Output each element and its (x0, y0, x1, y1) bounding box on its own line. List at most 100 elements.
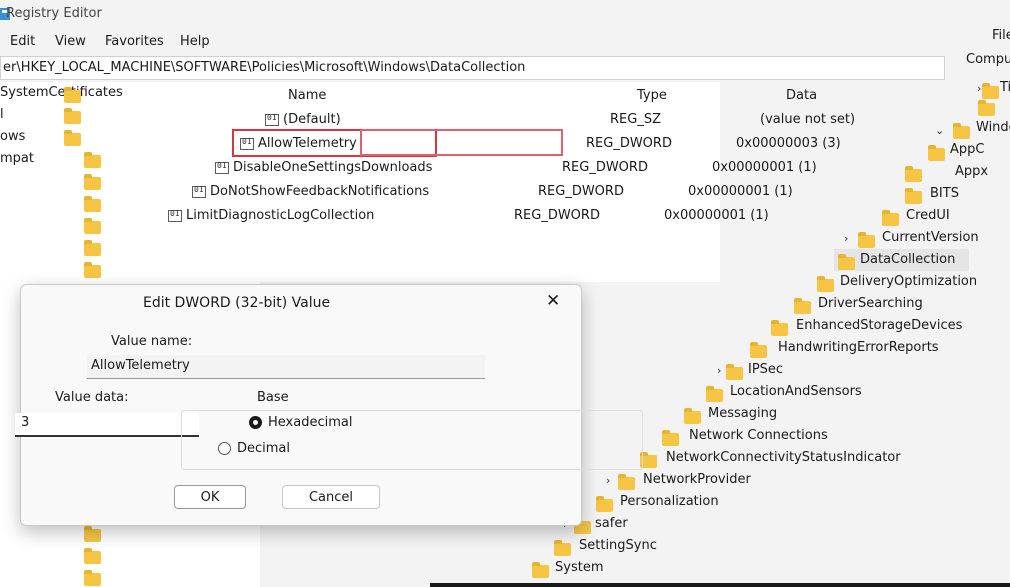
computer-node-partial: Compu (966, 52, 1010, 67)
bottom-edge (430, 583, 1010, 587)
folder-icon (64, 87, 81, 103)
hexadecimal-label[interactable]: Hexadecimal (268, 415, 352, 430)
tree-item[interactable]: NetworkConnectivityStatusIndicator (666, 450, 901, 465)
folder-icon (706, 386, 723, 402)
tree-item[interactable]: BITS (930, 186, 959, 201)
folder-icon (953, 123, 970, 139)
folder-icon (905, 166, 922, 182)
tree-item[interactable]: DeliveryOptimization (840, 274, 977, 289)
folder-icon (84, 570, 101, 586)
tree-item[interactable]: HandwritingErrorReports (778, 340, 939, 355)
menu-view[interactable]: View (55, 34, 86, 49)
edit-dword-dialog: Edit DWORD (32-bit) Value ✕ Value name: … (15, 284, 643, 526)
folder-icon (532, 562, 549, 578)
tree-item[interactable]: LocationAndSensors (730, 384, 862, 399)
folder-icon (982, 83, 999, 99)
chevron-right-icon[interactable]: › (977, 82, 981, 95)
tree-item-partial-3[interactable]: mpat (0, 151, 34, 166)
window-title: Registry Editor (6, 6, 102, 21)
tree-item[interactable]: DriverSearching (818, 296, 923, 311)
folder-icon (817, 276, 834, 292)
tree-item[interactable]: NetworkProvider (643, 472, 751, 487)
hexadecimal-radio[interactable] (249, 416, 262, 429)
decimal-radio[interactable] (218, 442, 231, 455)
menu-favorites[interactable]: Favorites (105, 34, 164, 49)
chevron-right-icon[interactable]: › (606, 474, 610, 487)
folder-icon (858, 232, 875, 248)
column-header-name[interactable]: Name (288, 88, 326, 103)
value-name-cell[interactable]: LimitDiagnosticLogCollection (186, 208, 374, 223)
folder-icon (84, 196, 101, 212)
folder-icon (84, 262, 101, 278)
tree-item[interactable]: Windo (976, 120, 1010, 135)
chevron-down-icon[interactable]: ⌄ (935, 124, 944, 137)
tree-item[interactable]: safer (595, 516, 628, 531)
reg-dword-icon (168, 209, 182, 222)
folder-icon (684, 408, 701, 424)
folder-icon (84, 548, 101, 564)
folder-icon (84, 240, 101, 256)
folder-icon (84, 152, 101, 168)
tree-item-systemcertificates[interactable]: SystemCertificates (0, 85, 123, 100)
menu-bar: Edit View Favorites Help (0, 30, 1010, 54)
folder-icon (84, 218, 101, 234)
folder-icon (84, 526, 101, 542)
close-icon[interactable]: ✕ (546, 291, 560, 311)
value-data-label: Value data: (55, 390, 129, 405)
cancel-button[interactable]: Cancel (282, 485, 380, 509)
tree-item[interactable]: CredUI (906, 208, 950, 223)
chevron-right-icon[interactable]: › (844, 232, 848, 245)
tree-item[interactable]: Ti (1000, 80, 1010, 95)
folder-icon (978, 100, 995, 116)
folder-icon (596, 496, 613, 512)
folder-icon (662, 430, 679, 446)
folder-icon (928, 145, 945, 161)
folder-icon (794, 298, 811, 314)
tree-item[interactable]: System (555, 560, 603, 575)
folder-icon (84, 174, 101, 190)
base-label: Base (257, 390, 289, 405)
value-name-field[interactable]: AllowTelemetry (87, 355, 485, 379)
tree-item[interactable]: Personalization (620, 494, 719, 509)
reg-dword-icon (192, 185, 206, 198)
folder-icon (554, 540, 571, 556)
folder-icon (905, 188, 922, 204)
decimal-label[interactable]: Decimal (237, 441, 290, 456)
folder-icon (750, 342, 767, 358)
value-name-cell[interactable]: DoNotShowFeedbackNotifications (210, 184, 429, 199)
folder-icon (64, 130, 81, 146)
address-path[interactable]: er\HKEY_LOCAL_MACHINE\SOFTWARE\Policies\… (3, 60, 525, 75)
menu-help[interactable]: Help (180, 34, 210, 49)
dialog-title: Edit DWORD (32-bit) Value (143, 295, 331, 311)
ok-button[interactable]: OK (174, 485, 246, 509)
title-bar: Registry Editor (0, 0, 1010, 30)
tree-item-selected[interactable]: DataCollection (860, 252, 955, 267)
tree-item[interactable]: SettingSync (579, 538, 657, 553)
tree-item[interactable]: Messaging (708, 406, 777, 421)
tree-item-partial-2[interactable]: ows (0, 129, 25, 144)
menu-edit[interactable]: Edit (10, 34, 35, 49)
tree-item[interactable]: Appx (955, 164, 988, 179)
tree-item[interactable]: CurrentVersion (882, 230, 979, 245)
value-data-field[interactable]: 3 (15, 413, 199, 437)
reg-dword-icon (240, 137, 254, 150)
value-name-cell[interactable]: DisableOneSettingsDownloads (233, 160, 432, 175)
folder-icon (771, 320, 788, 336)
folder-icon (882, 210, 899, 226)
value-name-cell[interactable]: AllowTelemetry (258, 136, 357, 151)
tree-item[interactable]: Network Connections (689, 428, 828, 443)
tree-item[interactable]: EnhancedStorageDevices (796, 318, 962, 333)
folder-icon (618, 474, 635, 490)
value-name-label: Value name: (111, 334, 193, 349)
reg-dword-icon (215, 161, 229, 174)
folder-icon (726, 364, 743, 380)
tree-item-partial-1[interactable]: l (0, 107, 4, 122)
folder-icon (838, 254, 855, 270)
folder-icon (64, 108, 81, 124)
chevron-right-icon[interactable]: › (717, 364, 721, 377)
address-bar[interactable]: er\HKEY_LOCAL_MACHINE\SOFTWARE\Policies\… (0, 56, 945, 80)
tree-item[interactable]: AppC (950, 142, 984, 157)
value-name-cell[interactable]: (Default) (283, 112, 341, 127)
reg-sz-icon (265, 113, 279, 126)
tree-item[interactable]: IPSec (748, 362, 783, 377)
